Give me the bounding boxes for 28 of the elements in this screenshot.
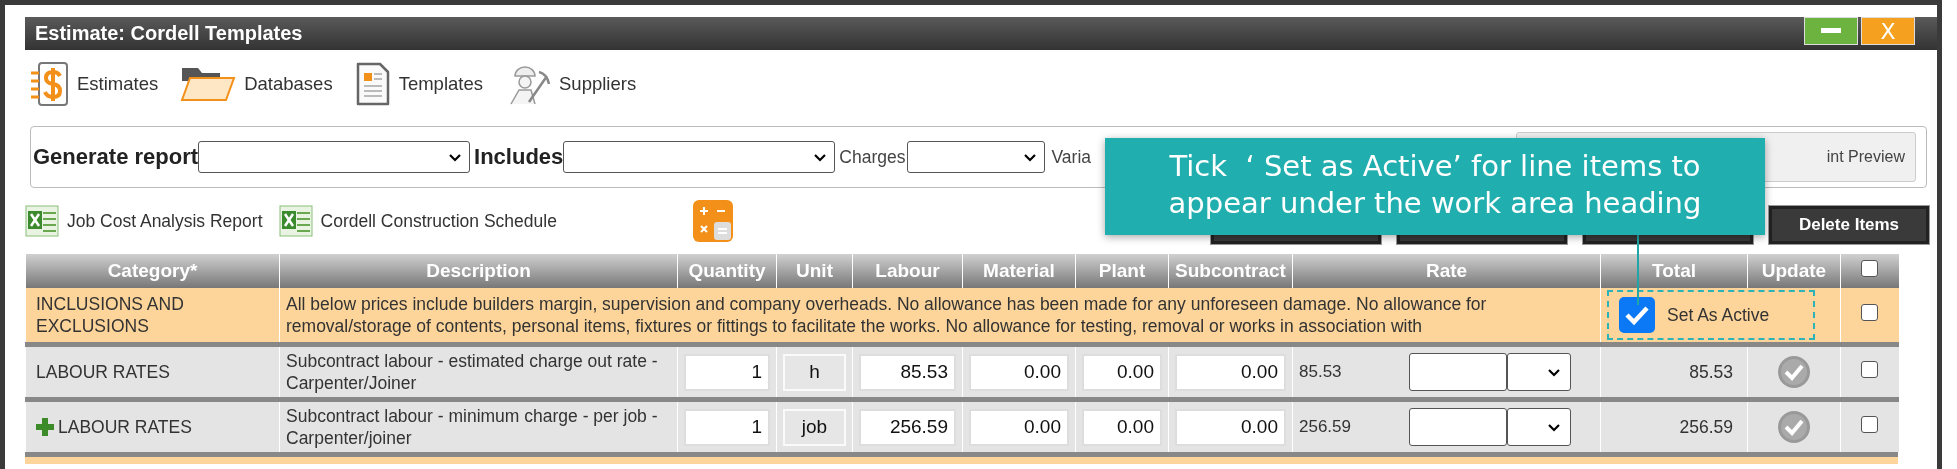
category-text: LABOUR RATES [36,361,170,383]
category-text: LABOUR RATES [58,416,192,438]
field-label: Varia [1051,146,1092,168]
column-header: Quantity [688,260,766,281]
column-header: Unit [796,260,833,281]
column-header: Category* [107,260,198,281]
column-header: Subcontract [1175,260,1286,281]
field-label: Includes [474,144,564,170]
rate-text: 256.59 [1299,417,1352,437]
checkbox-label: Set As Active [1667,304,1770,326]
field-label: Generate report [33,144,199,170]
field-label: Charges [839,146,906,168]
description-text: All below prices include builders margin, supervision and company overheads. No allowance has been made for any unforeseen damage. No allowance for removal/storage of contents, personal items, fixtures or fittings to facilitate the works. No allowance for testing, removal or works in association with [286,294,1487,336]
column-header: Plant [1098,260,1146,281]
total-text: 256.59 [1679,416,1733,437]
callout-tooltip: Tick ‘ Set as Active’ for line items to appear under the work area heading [1105,138,1765,235]
rate-text: 85.53 [1299,362,1343,382]
description-text: Subcontract labour - minimum charge - per job - Carpenter/joiner [286,406,658,448]
description-text: Subcontract labour - estimated charge out rate - Carpenter/Joiner [286,351,658,393]
column-header: Rate [1425,260,1468,281]
category-text: INCLUSIONS AND EXCLUSIONS [36,294,184,336]
column-header: Labour [875,260,940,281]
column-header: Update [1761,260,1827,281]
window-title: Estimate: Cordell Templates [35,22,303,45]
column-header: Total [1652,260,1696,281]
column-header: Description [426,260,531,281]
total-text: 85.53 [1689,361,1733,382]
column-header: Material [983,260,1055,281]
